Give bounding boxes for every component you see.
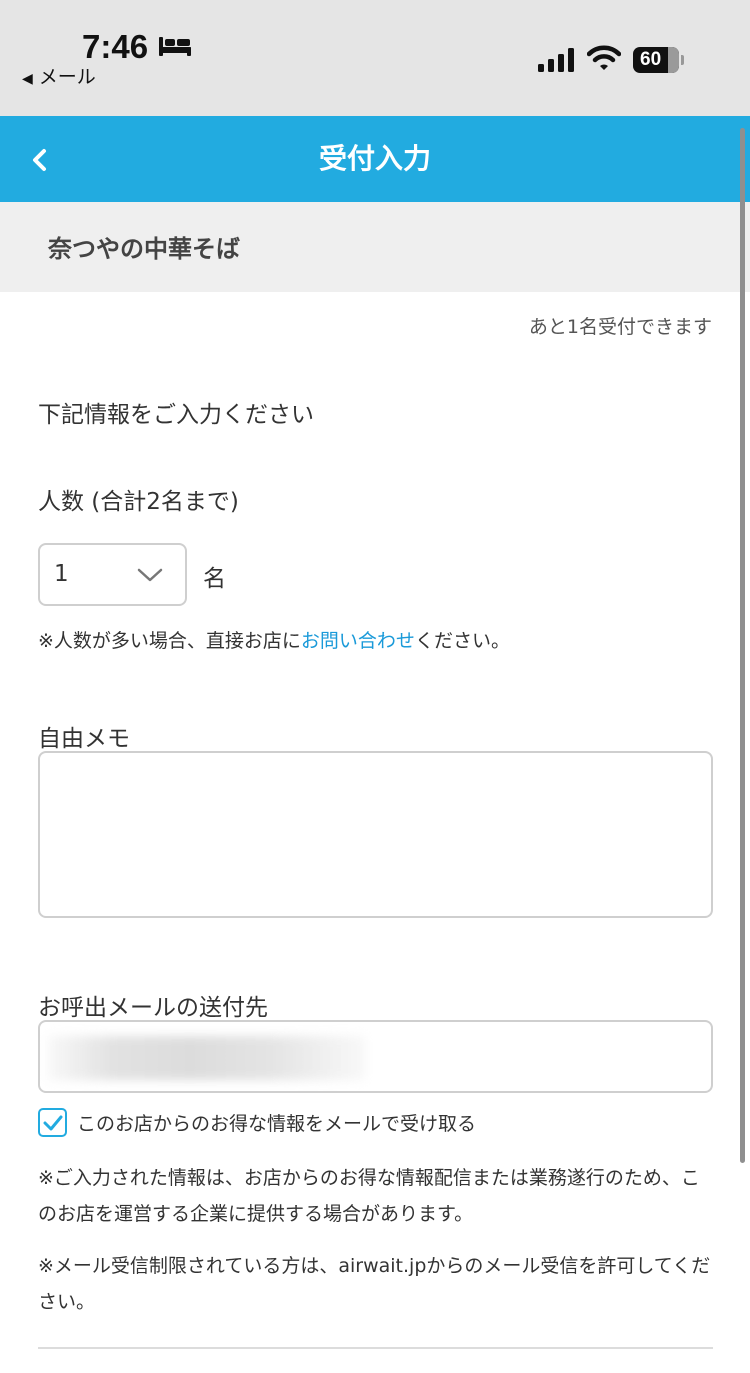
checkmark-icon [43, 1115, 63, 1131]
back-to-mail-link[interactable]: ◀ メール [22, 62, 96, 89]
cellular-signal-icon [538, 48, 574, 72]
people-count-value: 1 [54, 561, 69, 587]
people-unit-label: 名 [203, 566, 226, 592]
remaining-capacity-text: あと1名受付できます [528, 316, 712, 338]
back-triangle-icon: ◀ [22, 71, 33, 87]
memo-textarea[interactable] [38, 751, 713, 918]
battery-icon: 60 [633, 47, 684, 73]
email-destination-label: お呼出メールの送付先 [38, 995, 268, 1021]
sleep-mode-icon [159, 37, 191, 56]
mail-restriction-note: ※メール受信制限されている方は、airwait.jpからのメール受信を許可してく… [38, 1255, 711, 1313]
nav-bar: 受付入力 [0, 116, 750, 202]
page-title: 受付入力 [318, 142, 431, 175]
scrollbar[interactable] [740, 128, 745, 1163]
chevron-down-icon [137, 568, 163, 582]
back-app-label: メール [38, 66, 96, 88]
note-prefix: ※人数が多い場合、直接お店に [38, 630, 301, 652]
people-count-label: 人数 (合計2名まで) [38, 489, 239, 515]
optin-label[interactable]: このお店からのお得な情報をメールで受け取る [77, 1109, 476, 1136]
note-suffix: ください。 [414, 630, 510, 652]
shop-header: 奈つやの中華そば [0, 202, 750, 292]
form-intro: 下記情報をご入力ください [38, 402, 314, 428]
status-time: 7:46 [82, 28, 149, 65]
battery-level: 60 [640, 49, 662, 70]
redacted-email [48, 1036, 366, 1080]
shop-name: 奈つやの中華そば [48, 235, 240, 263]
memo-label: 自由メモ [38, 726, 130, 752]
back-chevron-icon[interactable] [26, 143, 56, 177]
status-bar: 7:46 ◀ メール 60 [0, 0, 750, 116]
divider [38, 1347, 713, 1349]
contact-link[interactable]: お問い合わせ [301, 630, 415, 652]
wifi-icon [587, 45, 621, 70]
people-count-select[interactable]: 1 [38, 543, 187, 606]
email-field[interactable] [38, 1020, 713, 1093]
privacy-disclaimer: ※ご入力された情報は、お店からのお得な情報配信または業務遂行のため、このお店を運… [38, 1167, 700, 1225]
optin-checkbox[interactable] [38, 1108, 67, 1137]
large-group-note: ※人数が多い場合、直接お店にお問い合わせください。 [38, 626, 510, 653]
